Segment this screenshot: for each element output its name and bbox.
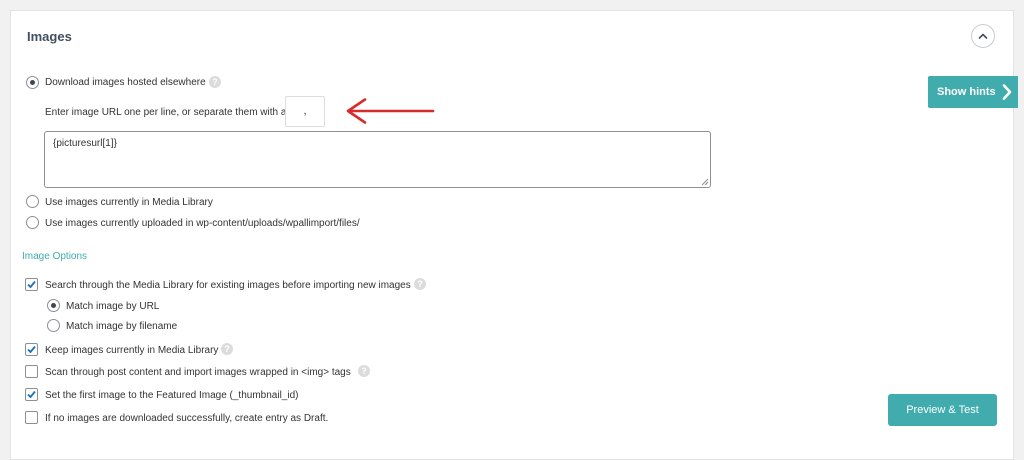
featured-image-checkbox[interactable] [25,388,38,401]
checkmark-icon [27,345,36,354]
help-icon[interactable]: ? [414,278,426,290]
red-arrow-annotation [346,98,435,124]
draft-fallback-checkbox[interactable] [25,411,38,424]
search-media-library-checkbox[interactable] [25,278,38,291]
match-by-url-label: Match image by URL [66,301,160,312]
show-hints-button[interactable]: Show hints [928,76,1018,108]
chevron-up-icon [978,33,988,39]
collapse-button[interactable] [971,24,995,48]
match-by-filename-label: Match image by filename [66,321,178,332]
image-options-heading: Image Options [22,251,88,262]
match-by-url-radio[interactable] [47,299,60,312]
scan-post-content-checkbox[interactable] [25,365,38,378]
keep-images-label: Keep images currently in Media Library [45,345,219,356]
show-hints-label: Show hints [937,86,996,98]
preview-test-button[interactable]: Preview & Test [888,394,997,426]
help-icon[interactable]: ? [209,76,221,88]
checkmark-icon [27,390,36,399]
search-media-library-label: Search through the Media Library for exi… [45,280,411,291]
download-images-radio[interactable] [26,76,39,89]
download-images-label: Download images hosted elsewhere [45,77,206,88]
draft-fallback-label: If no images are downloaded successfully… [45,413,329,424]
checkmark-icon [27,280,36,289]
media-library-radio[interactable] [26,195,39,208]
uploaded-files-label: Use images currently uploaded in wp-cont… [45,218,360,229]
match-by-filename-radio[interactable] [47,319,60,332]
keep-images-checkbox[interactable] [25,343,38,356]
separator-input[interactable]: , [285,96,325,127]
featured-image-label: Set the first image to the Featured Imag… [45,390,299,401]
separator-instruction: Enter image URL one per line, or separat… [45,107,287,118]
chevron-right-icon [1002,84,1012,100]
image-url-value: {picturesurl[1]} [53,138,117,149]
image-url-textarea[interactable]: {picturesurl[1]} [44,131,711,188]
section-title: Images [27,29,72,44]
resize-handle-icon[interactable] [701,178,709,186]
media-library-label: Use images currently in Media Library [45,197,213,208]
help-icon[interactable]: ? [358,365,370,377]
scan-post-content-label: Scan through post content and import ima… [45,367,351,378]
uploaded-files-radio[interactable] [26,216,39,229]
help-icon[interactable]: ? [221,343,233,355]
